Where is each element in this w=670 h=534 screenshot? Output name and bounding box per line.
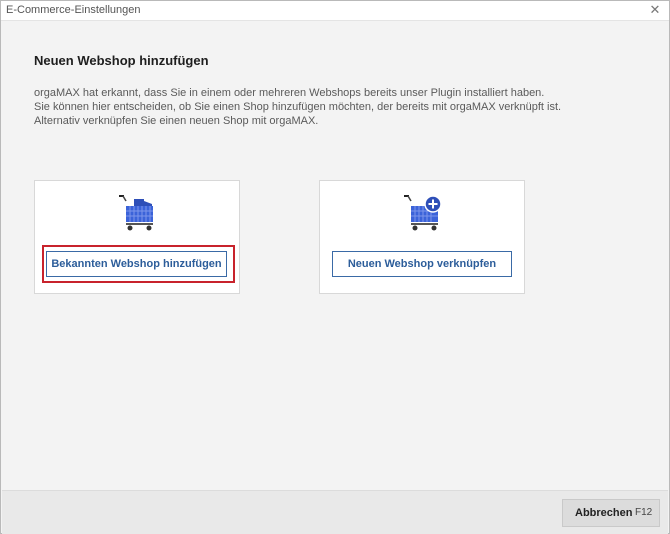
- title-bar[interactable]: E-Commerce-Einstellungen ✕: [1, 1, 669, 21]
- card-existing-webshop: Bekannten Webshop hinzufügen: [34, 180, 240, 294]
- description-line: Sie können hier entscheiden, ob Sie eine…: [34, 101, 562, 113]
- shopping-cart-add-icon: [404, 195, 442, 231]
- dialog-footer: Abbrechen F12: [2, 490, 668, 534]
- add-known-webshop-button[interactable]: Bekannten Webshop hinzufügen: [46, 251, 227, 277]
- description-line: Alternativ verknüpfen Sie einen neuen Sh…: [34, 115, 319, 127]
- close-icon[interactable]: ✕: [647, 2, 663, 18]
- cancel-shortcut: F12: [635, 507, 653, 518]
- shopping-cart-icon: [119, 195, 153, 231]
- description-line: orgaMAX hat erkannt, dass Sie in einem o…: [34, 87, 545, 99]
- description-text: orgaMAX hat erkannt, dass Sie in einem o…: [34, 86, 644, 128]
- cancel-label: Abbrechen: [575, 507, 633, 519]
- link-new-webshop-button[interactable]: Neuen Webshop verknüpfen: [332, 251, 512, 277]
- card-new-webshop: Neuen Webshop verknüpfen: [319, 180, 525, 294]
- dialog-content: Neuen Webshop hinzufügen orgaMAX hat erk…: [2, 22, 668, 490]
- dialog-window: E-Commerce-Einstellungen ✕ Neuen Webshop…: [0, 0, 670, 534]
- window-title: E-Commerce-Einstellungen: [6, 4, 141, 16]
- page-title: Neuen Webshop hinzufügen: [34, 53, 209, 68]
- cancel-button[interactable]: Abbrechen F12: [562, 499, 660, 527]
